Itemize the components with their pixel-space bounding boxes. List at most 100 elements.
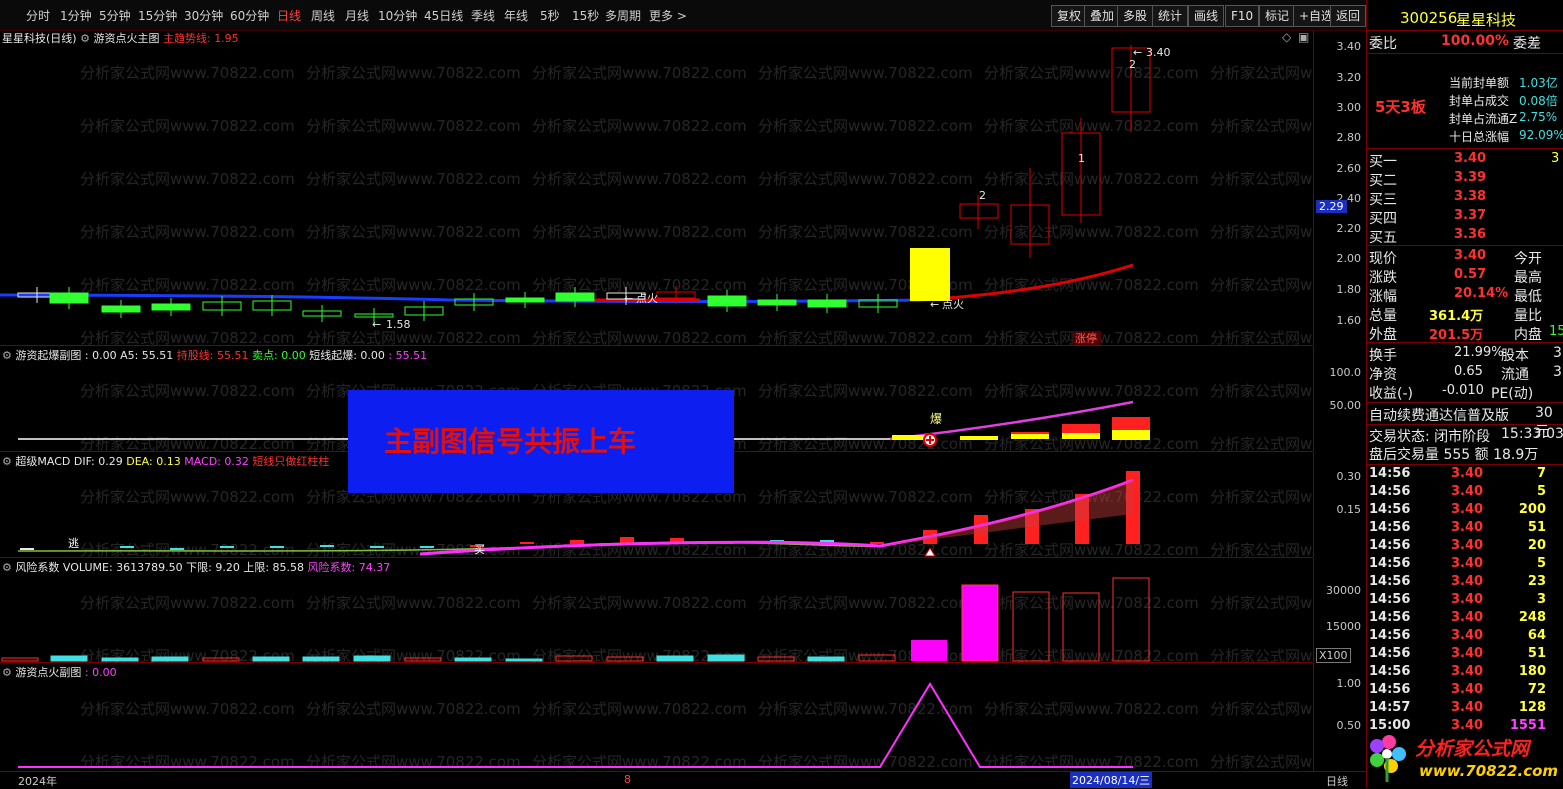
y-tick: 0.30 <box>1336 470 1362 483</box>
tick-price: 3.40 <box>1451 682 1484 697</box>
date-axis: 2024年 8 2024/08/14/三 日线 <box>0 771 1366 789</box>
tick-volume: 51 <box>1527 646 1546 661</box>
seal-label: 封单占成交 <box>1449 94 1510 108</box>
y-tick: 3.40 <box>1336 40 1362 53</box>
overlay-button[interactable]: 叠加 <box>1084 5 1121 27</box>
tick-time: 14:56 <box>1369 664 1411 679</box>
period-tab-monthly[interactable]: 月线 <box>345 7 369 24</box>
tick-price: 3.40 <box>1451 664 1484 679</box>
tick-time: 14:56 <box>1369 502 1411 517</box>
period-tab-45day[interactable]: 45日线 <box>424 7 463 24</box>
bid-row[interactable]: 买三 3.38 <box>1367 189 1563 208</box>
tick-time: 14:56 <box>1369 556 1411 571</box>
bid-label: 买五 <box>1369 230 1397 246</box>
volume-chart <box>1 577 1150 662</box>
mark-button[interactable]: 标记 <box>1259 5 1296 27</box>
tick-volume: 5 <box>1536 556 1546 571</box>
period-tab-weekly[interactable]: 周线 <box>311 7 335 24</box>
period-tab-15min[interactable]: 15分钟 <box>138 7 177 24</box>
candle <box>505 297 545 303</box>
tick-price: 3.40 <box>1451 700 1484 715</box>
tick-time: 14:56 <box>1369 484 1411 499</box>
quote-value: 201.5万 <box>1429 328 1484 343</box>
bid-label: 买一 <box>1369 154 1397 170</box>
tick-row: 14:56 3.40 7 <box>1367 466 1563 484</box>
period-tab-season[interactable]: 季线 <box>471 7 495 24</box>
quote-value: 20.14% <box>1454 286 1509 301</box>
period-tab-more[interactable]: 更多 > <box>649 7 687 24</box>
volume-bar <box>302 656 340 662</box>
board-count-2a: 2 <box>979 189 986 202</box>
stock-name: 星星科技 <box>1456 11 1517 29</box>
tick-volume: 128 <box>1518 700 1546 715</box>
bid-label: 买二 <box>1369 173 1397 189</box>
period-tab-30min[interactable]: 30分钟 <box>184 7 223 24</box>
f10-button[interactable]: F10 <box>1225 5 1260 27</box>
candle <box>555 292 595 302</box>
stat-label-2: 股本 <box>1501 348 1529 364</box>
tick-volume: 200 <box>1518 502 1546 517</box>
y-tick: 100.0 <box>1329 366 1362 379</box>
stat-label: 换手 <box>1369 348 1397 364</box>
period-tab-5min[interactable]: 5分钟 <box>99 7 131 24</box>
bid-row[interactable]: 买二 3.39 <box>1367 170 1563 189</box>
period-tab-60min[interactable]: 60分钟 <box>230 7 269 24</box>
sub-chart-risk[interactable]: ⚙ 风险系数 VOLUME: 3613789.50 下限: 9.20 上限: 8… <box>0 558 1313 662</box>
quote-label-2: 内盘 <box>1514 327 1542 343</box>
y-tick: 3.20 <box>1336 71 1362 84</box>
weicha-label: 委差 <box>1513 36 1541 52</box>
tick-time: 14:56 <box>1369 520 1411 535</box>
tick-row: 14:56 3.40 51 <box>1367 520 1563 538</box>
volume-bar <box>858 654 896 662</box>
sub-chart-ignite[interactable]: ⚙ 游资点火副图 : 0.00 <box>0 663 1313 780</box>
period-tab-year[interactable]: 年线 <box>504 7 528 24</box>
period-tab-multi[interactable]: 多周期 <box>605 7 641 24</box>
candle <box>49 292 89 304</box>
volume-bar <box>707 654 745 662</box>
period-tab-fenshi[interactable]: 分时 <box>26 7 50 24</box>
bid-row[interactable]: 买一 3.40 3 <box>1367 151 1563 170</box>
tick-row: 14:56 3.40 72 <box>1367 682 1563 700</box>
y-tick: 1.60 <box>1336 314 1362 327</box>
buy-marker: 买 <box>474 543 485 556</box>
period-tab-10min[interactable]: 10分钟 <box>378 7 417 24</box>
candle <box>101 305 141 313</box>
tick-time: 14:56 <box>1369 682 1411 697</box>
period-toolbar: 分时 1分钟 5分钟 15分钟 30分钟 60分钟 日线 周线 月线 10分钟 … <box>0 0 1366 31</box>
tick-volume: 51 <box>1527 520 1546 535</box>
trade-time: 15:33:03 <box>1501 426 1563 442</box>
fuquan-button[interactable]: 复权 <box>1051 5 1088 27</box>
back-button[interactable]: 返回 <box>1330 5 1366 27</box>
tick-row: 14:56 3.40 5 <box>1367 556 1563 574</box>
quote-label: 外盘 <box>1369 327 1397 343</box>
quote-row: 涨跌 0.57 最高 <box>1367 267 1563 286</box>
tick-volume: 3 <box>1536 592 1546 607</box>
bid-price: 3.40 <box>1454 151 1487 166</box>
stats-button[interactable]: 统计 <box>1152 5 1189 27</box>
seal-label: 封单占流通Z <box>1449 112 1518 126</box>
draw-button[interactable]: 画线 <box>1188 5 1225 27</box>
weibi-value: 100.00% <box>1441 33 1510 49</box>
period-tab-15sec[interactable]: 15秒 <box>572 7 599 24</box>
volume-bar <box>404 657 442 662</box>
tick-volume: 248 <box>1518 610 1546 625</box>
period-tab-5sec[interactable]: 5秒 <box>540 7 560 24</box>
signal-banner-text: 主副图信号共振上车 <box>384 425 637 458</box>
tick-price: 3.40 <box>1451 574 1484 589</box>
sub4-axis: 1.00 0.50 <box>1313 663 1367 780</box>
period-tab-1min[interactable]: 1分钟 <box>60 7 92 24</box>
macd-bar <box>120 546 134 548</box>
quote-value-2: 15 <box>1549 324 1563 339</box>
macd-bar <box>570 540 584 544</box>
high-value: 3.40 <box>1146 46 1171 59</box>
fee-note[interactable]: 自动续费通达信普及版 <box>1369 405 1509 425</box>
period-indicator: 日线 <box>1326 775 1348 788</box>
bid-row[interactable]: 买五 3.36 <box>1367 227 1563 246</box>
tick-time: 14:56 <box>1369 574 1411 589</box>
macd-bar <box>420 546 434 548</box>
bid-row[interactable]: 买四 3.37 <box>1367 208 1563 227</box>
tick-price: 3.40 <box>1451 556 1484 571</box>
multi-stock-button[interactable]: 多股 <box>1117 5 1154 27</box>
period-tab-daily[interactable]: 日线 <box>277 7 301 24</box>
main-chart-panel[interactable]: 星星科技(日线) ⚙ 游资点火主图 主趋势线: 1.95 ◇ ▣ ← 3.40 … <box>0 30 1313 345</box>
